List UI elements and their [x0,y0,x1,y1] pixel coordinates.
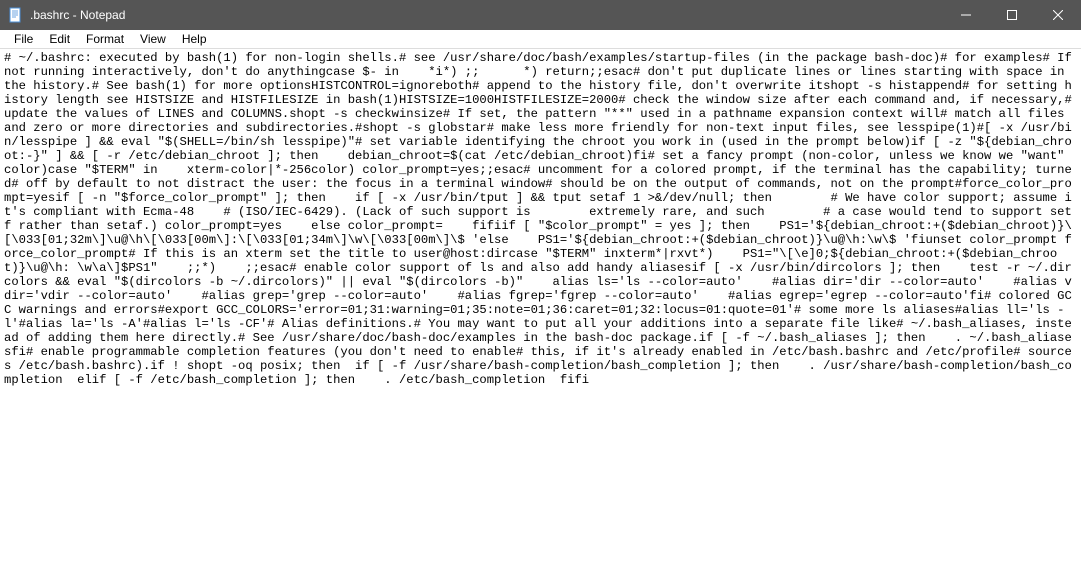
close-button[interactable] [1035,0,1081,30]
text-content[interactable]: # ~/.bashrc: executed by bash(1) for non… [0,49,1081,575]
minimize-button[interactable] [943,0,989,30]
menu-edit[interactable]: Edit [41,32,78,46]
menu-format[interactable]: Format [78,32,132,46]
maximize-button[interactable] [989,0,1035,30]
menu-help[interactable]: Help [174,32,215,46]
window-title: .bashrc - Notepad [30,8,943,22]
menu-file[interactable]: File [6,32,41,46]
window-controls [943,0,1081,30]
titlebar: .bashrc - Notepad [0,0,1081,30]
menu-view[interactable]: View [132,32,174,46]
menubar: File Edit Format View Help [0,30,1081,49]
notepad-icon [8,7,24,23]
